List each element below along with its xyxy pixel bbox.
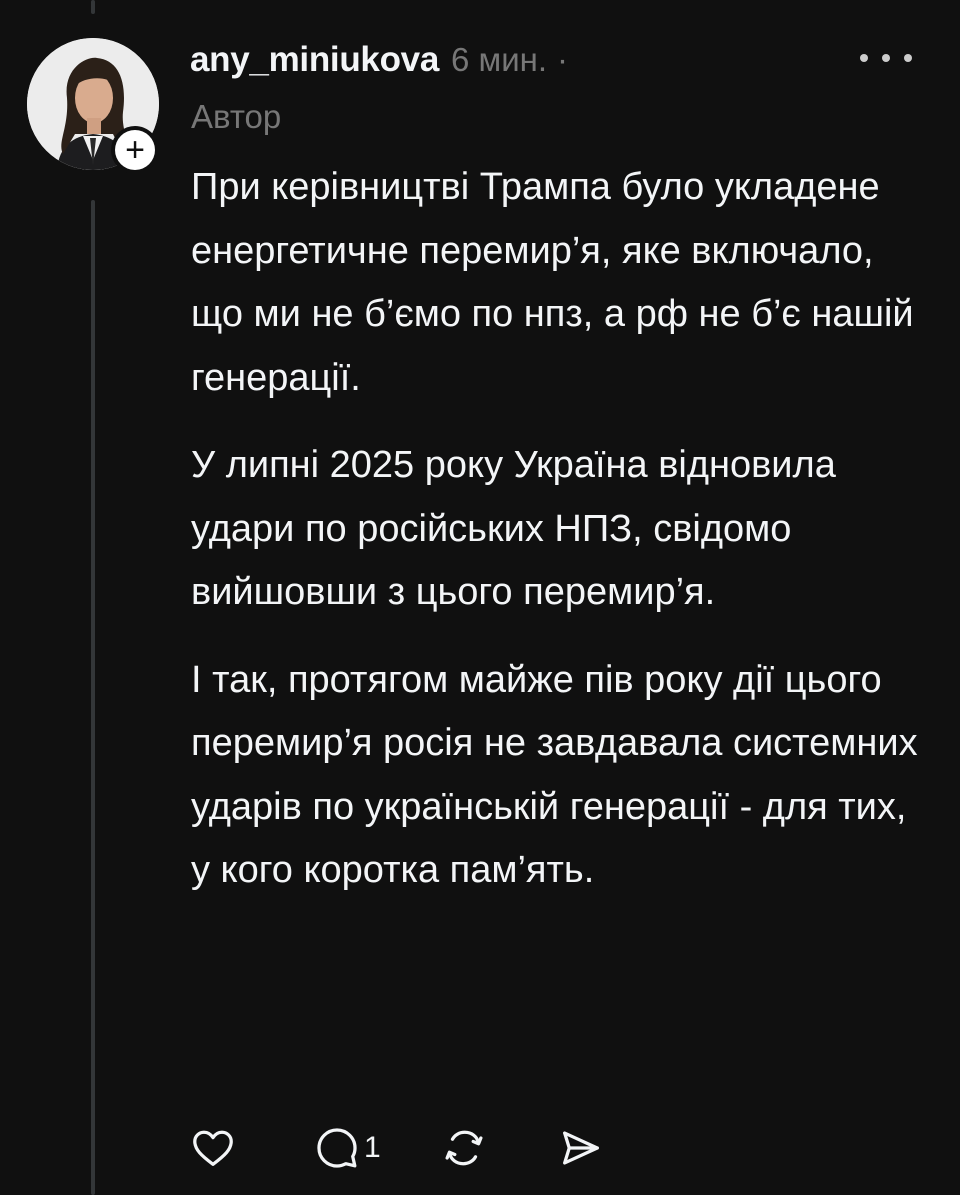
comment-icon <box>317 1128 357 1168</box>
repost-button[interactable] <box>441 1125 487 1171</box>
post-time[interactable]: 6 мин. <box>451 41 547 79</box>
reply-count: 1 <box>364 1131 381 1164</box>
author-tag: Автор <box>191 98 282 135</box>
heart-icon <box>193 1130 233 1166</box>
post-paragraph: І так, протягом майже пів року дії цього… <box>191 658 918 892</box>
separator-dot: · <box>557 41 569 78</box>
dot-icon <box>904 54 912 62</box>
username-link[interactable]: any_miniukova <box>190 40 439 80</box>
plus-icon: + <box>115 130 155 170</box>
post-header: any_miniukova 6 мин. · <box>190 40 568 84</box>
dot-icon <box>860 54 868 62</box>
like-button[interactable] <box>190 1125 236 1171</box>
send-icon <box>562 1131 599 1165</box>
post-paragraph: У липні 2025 року Україна відновила удар… <box>191 444 836 613</box>
action-bar: 1 <box>190 1118 603 1178</box>
thread-line-top <box>91 0 95 14</box>
thread-line <box>91 200 95 1195</box>
dot-icon <box>882 54 890 62</box>
follow-button[interactable]: + <box>111 126 159 174</box>
post-paragraph: При керівництві Трампа було укладене ене… <box>191 166 914 399</box>
avatar-container[interactable]: + <box>27 38 159 174</box>
share-button[interactable] <box>557 1125 603 1171</box>
more-options-button[interactable] <box>860 46 912 70</box>
reply-button[interactable]: 1 <box>314 1125 381 1171</box>
repost-icon <box>445 1130 483 1166</box>
post-body: При керівництві Трампа було укладене ене… <box>191 156 931 903</box>
